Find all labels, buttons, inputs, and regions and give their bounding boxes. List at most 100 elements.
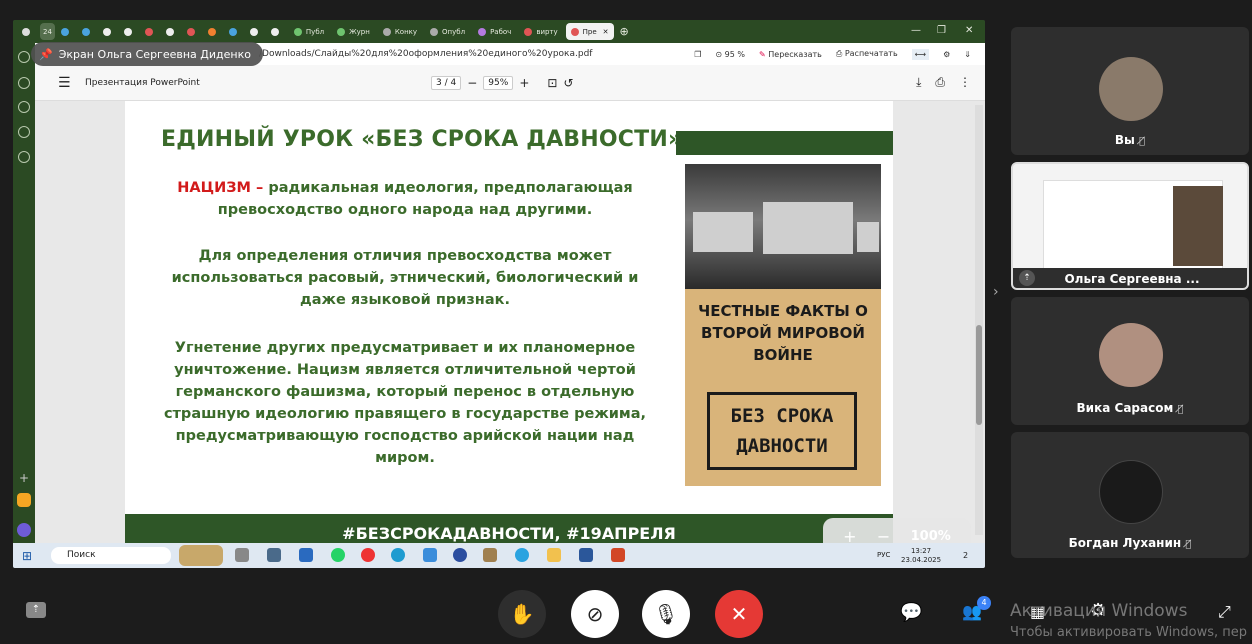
tab-counter-label: 24 bbox=[43, 27, 52, 36]
tab-opubl-icon bbox=[430, 27, 439, 36]
pin-icon[interactable]: 📌 bbox=[39, 48, 53, 61]
share-screen-icon[interactable]: ⇡ bbox=[26, 602, 46, 618]
edge-icon[interactable] bbox=[391, 548, 405, 562]
tab-icon-7[interactable] bbox=[184, 23, 202, 40]
yandex-browser-icon[interactable] bbox=[361, 548, 375, 562]
windows-start-icon[interactable]: ⊞ bbox=[22, 549, 32, 563]
next-page-chevron[interactable]: › bbox=[993, 284, 999, 300]
tab-icon-11[interactable] bbox=[268, 23, 286, 40]
pdf-scrollbar[interactable] bbox=[975, 105, 983, 535]
tab-opubl-label: Опубл bbox=[442, 27, 466, 36]
maximize-icon[interactable]: ❐ bbox=[937, 25, 946, 36]
participant-name-text: Богдан Луханин bbox=[1068, 536, 1182, 550]
pdf-actions: ⤓ ⎙ ⋮ bbox=[916, 75, 971, 90]
book-stamp: БЕЗ СРОКА ДАВНОСТИ bbox=[707, 392, 857, 470]
mic-off-icon: 🎙̸ bbox=[1185, 539, 1192, 550]
sidebar-icon-5[interactable] bbox=[18, 151, 30, 163]
tab-icon-5[interactable] bbox=[142, 23, 160, 40]
sidebar-app-icon-2[interactable] bbox=[17, 523, 31, 537]
retell-button[interactable]: ✎ Пересказать bbox=[759, 50, 822, 59]
app-icon-3[interactable] bbox=[483, 548, 497, 562]
tab-icon-9[interactable] bbox=[226, 23, 244, 40]
store-icon[interactable] bbox=[423, 548, 437, 562]
pdf-more-icon[interactable]: ⋮ bbox=[959, 75, 971, 90]
settings-icon[interactable]: ⚙ bbox=[943, 50, 950, 59]
language-indicator[interactable]: РУС bbox=[877, 551, 890, 559]
hangup-button[interactable]: ✕ bbox=[715, 590, 763, 638]
tab-opubl[interactable]: Опубл bbox=[425, 23, 470, 40]
new-tab-button[interactable]: ⊕ bbox=[617, 23, 632, 40]
powerpoint-icon[interactable] bbox=[611, 548, 625, 562]
app-icon-2[interactable] bbox=[453, 548, 467, 562]
calculator-icon[interactable] bbox=[267, 548, 281, 562]
pdf-print-icon[interactable]: ⎙ bbox=[935, 75, 945, 90]
raise-hand-button[interactable]: ✋ bbox=[498, 590, 546, 638]
windows-activation-watermark: Активация Windows Чтобы активировать Win… bbox=[1010, 600, 1247, 644]
fit-page-icon[interactable]: ⊡ bbox=[547, 76, 557, 90]
tab-icon-1[interactable] bbox=[58, 23, 76, 40]
tab-virtu[interactable]: вирту bbox=[519, 23, 562, 40]
rotate-icon[interactable]: ↺ bbox=[563, 76, 573, 90]
close-tab-icon[interactable]: ✕ bbox=[603, 28, 609, 36]
sidebar-icon-1[interactable] bbox=[18, 51, 30, 63]
tab-icon-2[interactable] bbox=[79, 23, 97, 40]
scroll-thumb[interactable] bbox=[976, 325, 982, 425]
sidebar-add-icon[interactable]: + bbox=[19, 471, 29, 485]
download-icon[interactable]: ⇓ bbox=[964, 50, 971, 59]
participant-tile-you[interactable]: Вы 🎙̸ bbox=[1011, 27, 1249, 155]
browser-tab-bar: 24 Публ Журн Конку Опубл Рабоч вирту Пре… bbox=[13, 20, 985, 43]
book-photo bbox=[685, 164, 881, 289]
close-window-icon[interactable]: ✕ bbox=[965, 25, 973, 36]
tab-icon-10[interactable] bbox=[247, 23, 265, 40]
explorer-icon[interactable] bbox=[547, 548, 561, 562]
tab-icon-4[interactable] bbox=[121, 23, 139, 40]
tab-konku-icon bbox=[382, 27, 391, 36]
zoom-indicator[interactable]: ⊙ 95 % bbox=[715, 50, 745, 59]
sidebar-icon-3[interactable] bbox=[18, 101, 30, 113]
participant-tile-bogdan[interactable]: Богдан Луханин 🎙̸ bbox=[1011, 432, 1249, 558]
tab-raboch[interactable]: Рабоч bbox=[473, 23, 516, 40]
pdf-zoom-value[interactable]: 95% bbox=[483, 76, 514, 90]
building-3 bbox=[857, 222, 879, 252]
tab-konku[interactable]: Конку bbox=[378, 23, 422, 40]
print-label: Распечатать bbox=[844, 49, 898, 58]
camera-off-button[interactable]: ⊘ bbox=[571, 590, 619, 638]
taskbar-search[interactable]: Поиск bbox=[51, 547, 171, 564]
sidebar-icon-4[interactable] bbox=[18, 126, 30, 138]
telegram-icon[interactable] bbox=[515, 548, 529, 562]
pdf-download-icon[interactable]: ⤓ bbox=[916, 75, 921, 90]
nazism-term: НАЦИЗМ – bbox=[177, 180, 264, 196]
taskbar-clock[interactable]: 13:27 23.04.2025 bbox=[901, 547, 941, 565]
mic-off-button[interactable]: 🎙 bbox=[642, 590, 690, 638]
menu-icon[interactable]: ☰ bbox=[58, 75, 71, 91]
page-input[interactable]: 3 / 4 bbox=[431, 76, 462, 90]
zoom-out-icon[interactable]: − bbox=[467, 76, 477, 90]
participant-tile-vika[interactable]: Вика Сарасом 🎙̸ bbox=[1011, 297, 1249, 425]
bookmark-icon[interactable]: ❐ bbox=[694, 50, 701, 59]
tab-icon-8[interactable] bbox=[205, 23, 223, 40]
word-icon[interactable] bbox=[579, 548, 593, 562]
building-1 bbox=[693, 212, 753, 252]
whatsapp-icon[interactable] bbox=[331, 548, 345, 562]
print-button[interactable]: ⎙ Распечатать bbox=[836, 49, 898, 59]
chat-icon[interactable]: 💬 bbox=[900, 602, 922, 623]
tab-pre-active[interactable]: Пре ✕ bbox=[565, 23, 614, 40]
zoom-in-icon[interactable]: + bbox=[519, 76, 529, 90]
reader-icon[interactable]: ⟷ bbox=[911, 48, 930, 60]
taskview-icon[interactable] bbox=[235, 548, 249, 562]
tab-counter[interactable]: 24 bbox=[40, 23, 55, 40]
tab-publ-icon bbox=[293, 27, 302, 36]
book-title: ЧЕСТНЫЕ ФАКТЫ О ВТОРОЙ МИРОВОЙ ВОЙНЕ bbox=[698, 302, 868, 364]
app-icon-1[interactable] bbox=[299, 548, 313, 562]
notification-badge[interactable]: 2 bbox=[963, 551, 968, 560]
minimize-icon[interactable]: — bbox=[911, 25, 921, 36]
tab-icon-3[interactable] bbox=[100, 23, 118, 40]
tab-zhurn[interactable]: Журн bbox=[332, 23, 375, 40]
mic-off-icon: 🎙̸ bbox=[1139, 136, 1146, 147]
tab-icon-6[interactable] bbox=[163, 23, 181, 40]
sidebar-icon-2[interactable] bbox=[18, 77, 30, 89]
sidebar-app-icon-1[interactable] bbox=[17, 493, 31, 507]
tab-publ[interactable]: Публ bbox=[289, 23, 329, 40]
browser-menu-icon[interactable] bbox=[19, 23, 37, 40]
participant-tile-presenter[interactable]: Ольга Сергеевна ... ⇡ bbox=[1011, 162, 1249, 290]
